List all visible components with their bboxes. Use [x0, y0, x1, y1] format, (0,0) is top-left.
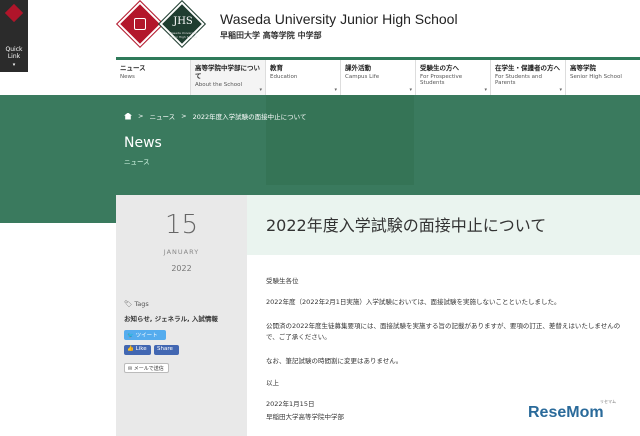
- home-icon[interactable]: [124, 112, 132, 120]
- quick-link-button[interactable]: Quick Link ▾: [0, 0, 28, 72]
- nav-item-label: 高等学院中学部について: [195, 64, 260, 80]
- post-day: 15: [164, 210, 199, 240]
- article-paragraph: 受験生各位: [266, 277, 299, 285]
- nav-item-sublabel: For Prospective Students: [420, 74, 463, 86]
- article-paragraph: 2022年度（2022年2月1日実施）入学試験においては、面接試験を実施しないこ…: [266, 298, 561, 306]
- breadcrumb-separator: >: [181, 112, 187, 120]
- nav-item-about[interactable]: 高等学院中学部について About the School ▾: [190, 60, 265, 95]
- breadcrumb-item-current: 2022年度入学試験の面接中止について: [192, 113, 307, 121]
- nav-item-education[interactable]: 教育 Education ▾: [265, 60, 340, 95]
- logo-subtext: Waseda University Junior High School: [169, 31, 197, 39]
- school-seal-icon: [134, 18, 146, 30]
- logo-text: JHS: [173, 16, 193, 27]
- nav-item-sublabel: For Students and Parents: [495, 74, 542, 86]
- mail-icon: ✉: [128, 366, 133, 372]
- twitter-icon: 🐦: [127, 333, 134, 339]
- main-nav: ニュース News 高等学院中学部について About the School ▾…: [116, 57, 640, 95]
- tag-icon: 🏷: [124, 300, 133, 308]
- tags-heading: 🏷 Tags: [124, 300, 149, 308]
- site-title[interactable]: Waseda University Junior High School: [220, 11, 458, 27]
- nav-item-label: 受験生の方へ: [420, 64, 459, 72]
- article-paragraph: 以上: [266, 379, 279, 387]
- article-paragraph: なお、筆記試験の時間割に変更はありません。: [266, 357, 403, 365]
- nav-item-prospective[interactable]: 受験生の方へ For Prospective Students ▾: [415, 60, 490, 95]
- quick-link-icon: [4, 3, 24, 23]
- breadcrumb-separator: >: [138, 112, 144, 120]
- resemom-watermark-sub: リセマム: [600, 399, 616, 404]
- nav-item-sublabel: Campus Life: [345, 74, 380, 80]
- tweet-label: ツイート: [135, 333, 158, 339]
- nav-item-senior-high[interactable]: 高等学院 Senior High School: [565, 60, 640, 95]
- nav-item-news[interactable]: ニュース News: [116, 60, 190, 95]
- thumbs-up-icon: 👍: [127, 346, 134, 352]
- nav-item-sublabel: About the School: [195, 82, 243, 88]
- nav-item-label: 教育: [270, 64, 283, 72]
- article-paragraph: 公開済の2022年度生徒募集要項には、面接試験を実施する旨の記載がありますが、要…: [266, 322, 621, 341]
- site-logo[interactable]: JHS Waseda University Junior High School: [115, 0, 214, 50]
- chevron-down-icon: ▾: [484, 87, 487, 93]
- nav-item-label: 高等学院: [570, 64, 596, 72]
- chevron-down-icon: ▾: [559, 87, 562, 93]
- like-label: Like: [135, 346, 147, 352]
- nav-item-students-parents[interactable]: 在学生・保護者の方へ For Students and Parents ▾: [490, 60, 565, 95]
- chevron-down-icon: ▾: [259, 87, 262, 93]
- breadcrumb-item-news[interactable]: ニュース: [149, 111, 175, 121]
- mail-label: メールで送信: [133, 366, 164, 372]
- nav-item-sublabel: Education: [270, 74, 298, 80]
- mail-share-button[interactable]: ✉ メールで送信: [124, 363, 169, 373]
- page-title: News: [124, 135, 162, 151]
- facebook-like-button[interactable]: 👍 Like: [124, 345, 151, 355]
- breadcrumb: > ニュース > 2022年度入学試験の面接中止について: [124, 111, 306, 121]
- post-year: 2022: [171, 264, 192, 273]
- tags-list[interactable]: お知らせ, ジェネラル, 入試情報: [124, 313, 218, 323]
- article-title: 2022年度入学試験の面接中止について: [266, 216, 547, 235]
- nav-item-label: ニュース: [120, 64, 146, 72]
- chevron-down-icon: ▾: [334, 87, 337, 93]
- quick-link-label: Quick Link: [5, 46, 23, 60]
- page-subtitle: ニュース: [124, 158, 150, 166]
- site-subtitle: 早稲田大学 高等学院 中学部: [220, 31, 322, 40]
- resemom-watermark: ReseMom: [528, 404, 604, 421]
- post-month: JANUARY: [163, 248, 200, 256]
- nav-item-campus-life[interactable]: 課外活動 Campus Life ▾: [340, 60, 415, 95]
- nav-item-label: 在学生・保護者の方へ: [495, 64, 560, 72]
- chevron-down-icon: ▾: [12, 62, 16, 68]
- banner-overlay: [266, 95, 414, 185]
- nav-item-label: 課外活動: [345, 64, 371, 72]
- facebook-share-button[interactable]: Share: [154, 345, 179, 355]
- nav-item-sublabel: News: [120, 74, 135, 80]
- chevron-down-icon: ▾: [409, 87, 412, 93]
- nav-item-sublabel: Senior High School: [570, 74, 622, 80]
- tweet-button[interactable]: 🐦 ツイート: [124, 330, 166, 340]
- tags-heading-label: Tags: [134, 300, 149, 308]
